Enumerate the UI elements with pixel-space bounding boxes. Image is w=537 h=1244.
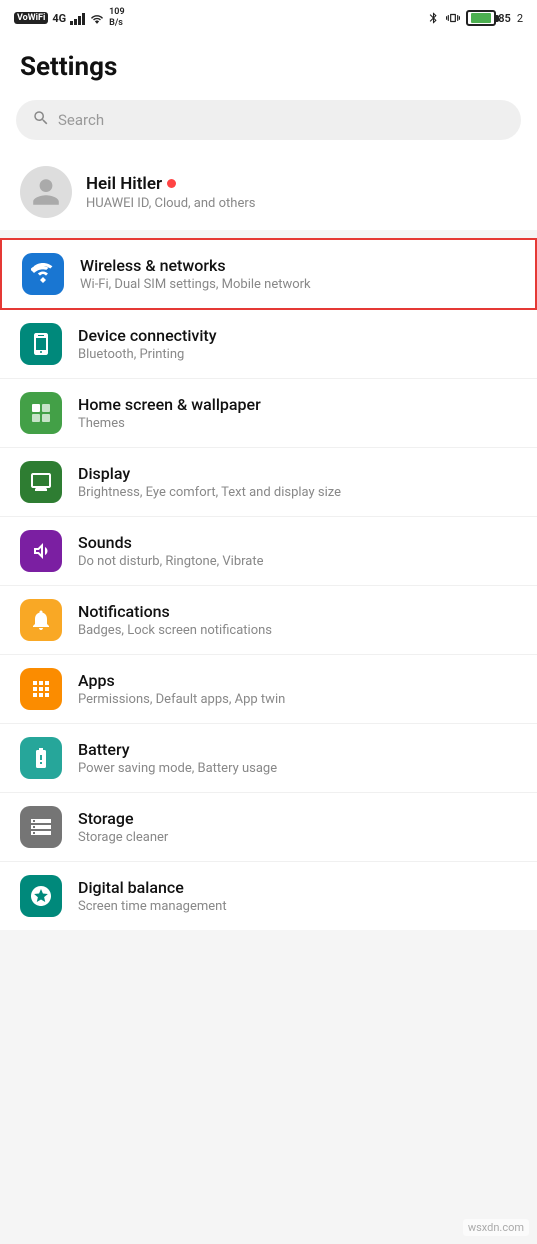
digitalbalance-icon-wrap bbox=[20, 875, 62, 917]
digitalbalance-subtitle: Screen time management bbox=[78, 899, 227, 914]
apps-subtitle: Permissions, Default apps, App twin bbox=[78, 692, 285, 707]
device-text: Device connectivity Bluetooth, Printing bbox=[78, 326, 217, 362]
sounds-text: Sounds Do not disturb, Ringtone, Vibrate bbox=[78, 533, 264, 569]
extra-indicator: 2 bbox=[517, 12, 523, 25]
battery-fill bbox=[471, 13, 491, 23]
status-right: 85 2 bbox=[427, 10, 523, 26]
notifications-icon-wrap bbox=[20, 599, 62, 641]
battery-title: Battery bbox=[78, 740, 277, 759]
battery-text: Battery Power saving mode, Battery usage bbox=[78, 740, 277, 776]
notification-icon bbox=[29, 608, 53, 632]
storage-title: Storage bbox=[78, 809, 168, 828]
sound-icon bbox=[29, 539, 53, 563]
account-info: Heil Hitler HUAWEI ID, Cloud, and others bbox=[86, 174, 255, 211]
storage-icon bbox=[29, 815, 53, 839]
bar3 bbox=[78, 16, 81, 25]
homescreen-icon bbox=[29, 401, 53, 425]
display-icon bbox=[29, 470, 53, 494]
notifications-text: Notifications Badges, Lock screen notifi… bbox=[78, 602, 272, 638]
search-container: Search bbox=[0, 92, 537, 154]
bar4 bbox=[82, 13, 85, 25]
digitalbalance-icon bbox=[29, 884, 53, 908]
wireless-subtitle: Wi-Fi, Dual SIM settings, Mobile network bbox=[80, 277, 311, 292]
display-subtitle: Brightness, Eye comfort, Text and displa… bbox=[78, 485, 341, 500]
battery-container: 85 bbox=[466, 10, 511, 26]
sounds-subtitle: Do not disturb, Ringtone, Vibrate bbox=[78, 554, 264, 569]
battery-subtitle: Power saving mode, Battery usage bbox=[78, 761, 277, 776]
account-name: Heil Hitler bbox=[86, 174, 255, 194]
settings-list: Wireless & networks Wi-Fi, Dual SIM sett… bbox=[0, 238, 537, 930]
online-dot bbox=[167, 179, 176, 188]
settings-item-apps[interactable]: Apps Permissions, Default apps, App twin bbox=[0, 655, 537, 724]
settings-item-wireless[interactable]: Wireless & networks Wi-Fi, Dual SIM sett… bbox=[0, 238, 537, 310]
bar2 bbox=[74, 19, 77, 25]
notifications-title: Notifications bbox=[78, 602, 272, 621]
display-title: Display bbox=[78, 464, 341, 483]
battery-settings-icon bbox=[29, 746, 53, 770]
speed-text: 109B/s bbox=[109, 7, 124, 29]
search-bar[interactable]: Search bbox=[16, 100, 521, 140]
battery-tip bbox=[496, 15, 499, 22]
header: Settings bbox=[0, 36, 537, 92]
homescreen-subtitle: Themes bbox=[78, 416, 261, 431]
wireless-title: Wireless & networks bbox=[80, 256, 311, 275]
homescreen-icon-wrap bbox=[20, 392, 62, 434]
bluetooth-icon bbox=[427, 10, 440, 26]
settings-item-storage[interactable]: Storage Storage cleaner bbox=[0, 793, 537, 862]
signal-bars bbox=[70, 11, 85, 25]
device-icon-wrap bbox=[20, 323, 62, 365]
avatar bbox=[20, 166, 72, 218]
account-subtitle: HUAWEI ID, Cloud, and others bbox=[86, 196, 255, 211]
settings-item-battery[interactable]: Battery Power saving mode, Battery usage bbox=[0, 724, 537, 793]
signal-indicator: 4G bbox=[52, 12, 66, 25]
settings-item-sounds[interactable]: Sounds Do not disturb, Ringtone, Vibrate bbox=[0, 517, 537, 586]
search-placeholder: Search bbox=[58, 111, 104, 129]
storage-subtitle: Storage cleaner bbox=[78, 830, 168, 845]
digitalbalance-title: Digital balance bbox=[78, 878, 227, 897]
settings-item-notifications[interactable]: Notifications Badges, Lock screen notifi… bbox=[0, 586, 537, 655]
display-text: Display Brightness, Eye comfort, Text an… bbox=[78, 464, 341, 500]
sounds-title: Sounds bbox=[78, 533, 264, 552]
device-connectivity-icon bbox=[29, 332, 53, 356]
device-subtitle: Bluetooth, Printing bbox=[78, 347, 217, 362]
account-item[interactable]: Heil Hitler HUAWEI ID, Cloud, and others bbox=[0, 154, 537, 230]
notifications-subtitle: Badges, Lock screen notifications bbox=[78, 623, 272, 638]
storage-text: Storage Storage cleaner bbox=[78, 809, 168, 845]
storage-icon-wrap bbox=[20, 806, 62, 848]
apps-icon-wrap bbox=[20, 668, 62, 710]
settings-item-homescreen[interactable]: Home screen & wallpaper Themes bbox=[0, 379, 537, 448]
sounds-icon-wrap bbox=[20, 530, 62, 572]
watermark: wsxdn.com bbox=[463, 1219, 529, 1236]
wireless-icon-wrap bbox=[22, 253, 64, 295]
battery-icon-wrap bbox=[20, 737, 62, 779]
apps-icon bbox=[29, 677, 53, 701]
homescreen-title: Home screen & wallpaper bbox=[78, 395, 261, 414]
battery-icon bbox=[466, 10, 496, 26]
status-left: VoWiFi 4G 109B/s bbox=[14, 7, 125, 29]
settings-item-display[interactable]: Display Brightness, Eye comfort, Text an… bbox=[0, 448, 537, 517]
wifi-icon bbox=[31, 262, 55, 286]
apps-text: Apps Permissions, Default apps, App twin bbox=[78, 671, 285, 707]
device-title: Device connectivity bbox=[78, 326, 217, 345]
settings-item-device[interactable]: Device connectivity Bluetooth, Printing bbox=[0, 310, 537, 379]
wifi-status-icon bbox=[89, 12, 105, 25]
vibrate-icon bbox=[446, 10, 460, 26]
homescreen-text: Home screen & wallpaper Themes bbox=[78, 395, 261, 431]
digitalbalance-text: Digital balance Screen time management bbox=[78, 878, 227, 914]
settings-item-digitalbalance[interactable]: Digital balance Screen time management bbox=[0, 862, 537, 930]
search-icon bbox=[32, 109, 50, 131]
page-title: Settings bbox=[20, 52, 517, 82]
apps-title: Apps bbox=[78, 671, 285, 690]
display-icon-wrap bbox=[20, 461, 62, 503]
wireless-text: Wireless & networks Wi-Fi, Dual SIM sett… bbox=[80, 256, 311, 292]
vowifi-badge: VoWiFi bbox=[14, 12, 48, 24]
bar1 bbox=[70, 21, 73, 25]
status-bar: VoWiFi 4G 109B/s 85 2 bbox=[0, 0, 537, 36]
battery-percent: 85 bbox=[498, 12, 511, 25]
